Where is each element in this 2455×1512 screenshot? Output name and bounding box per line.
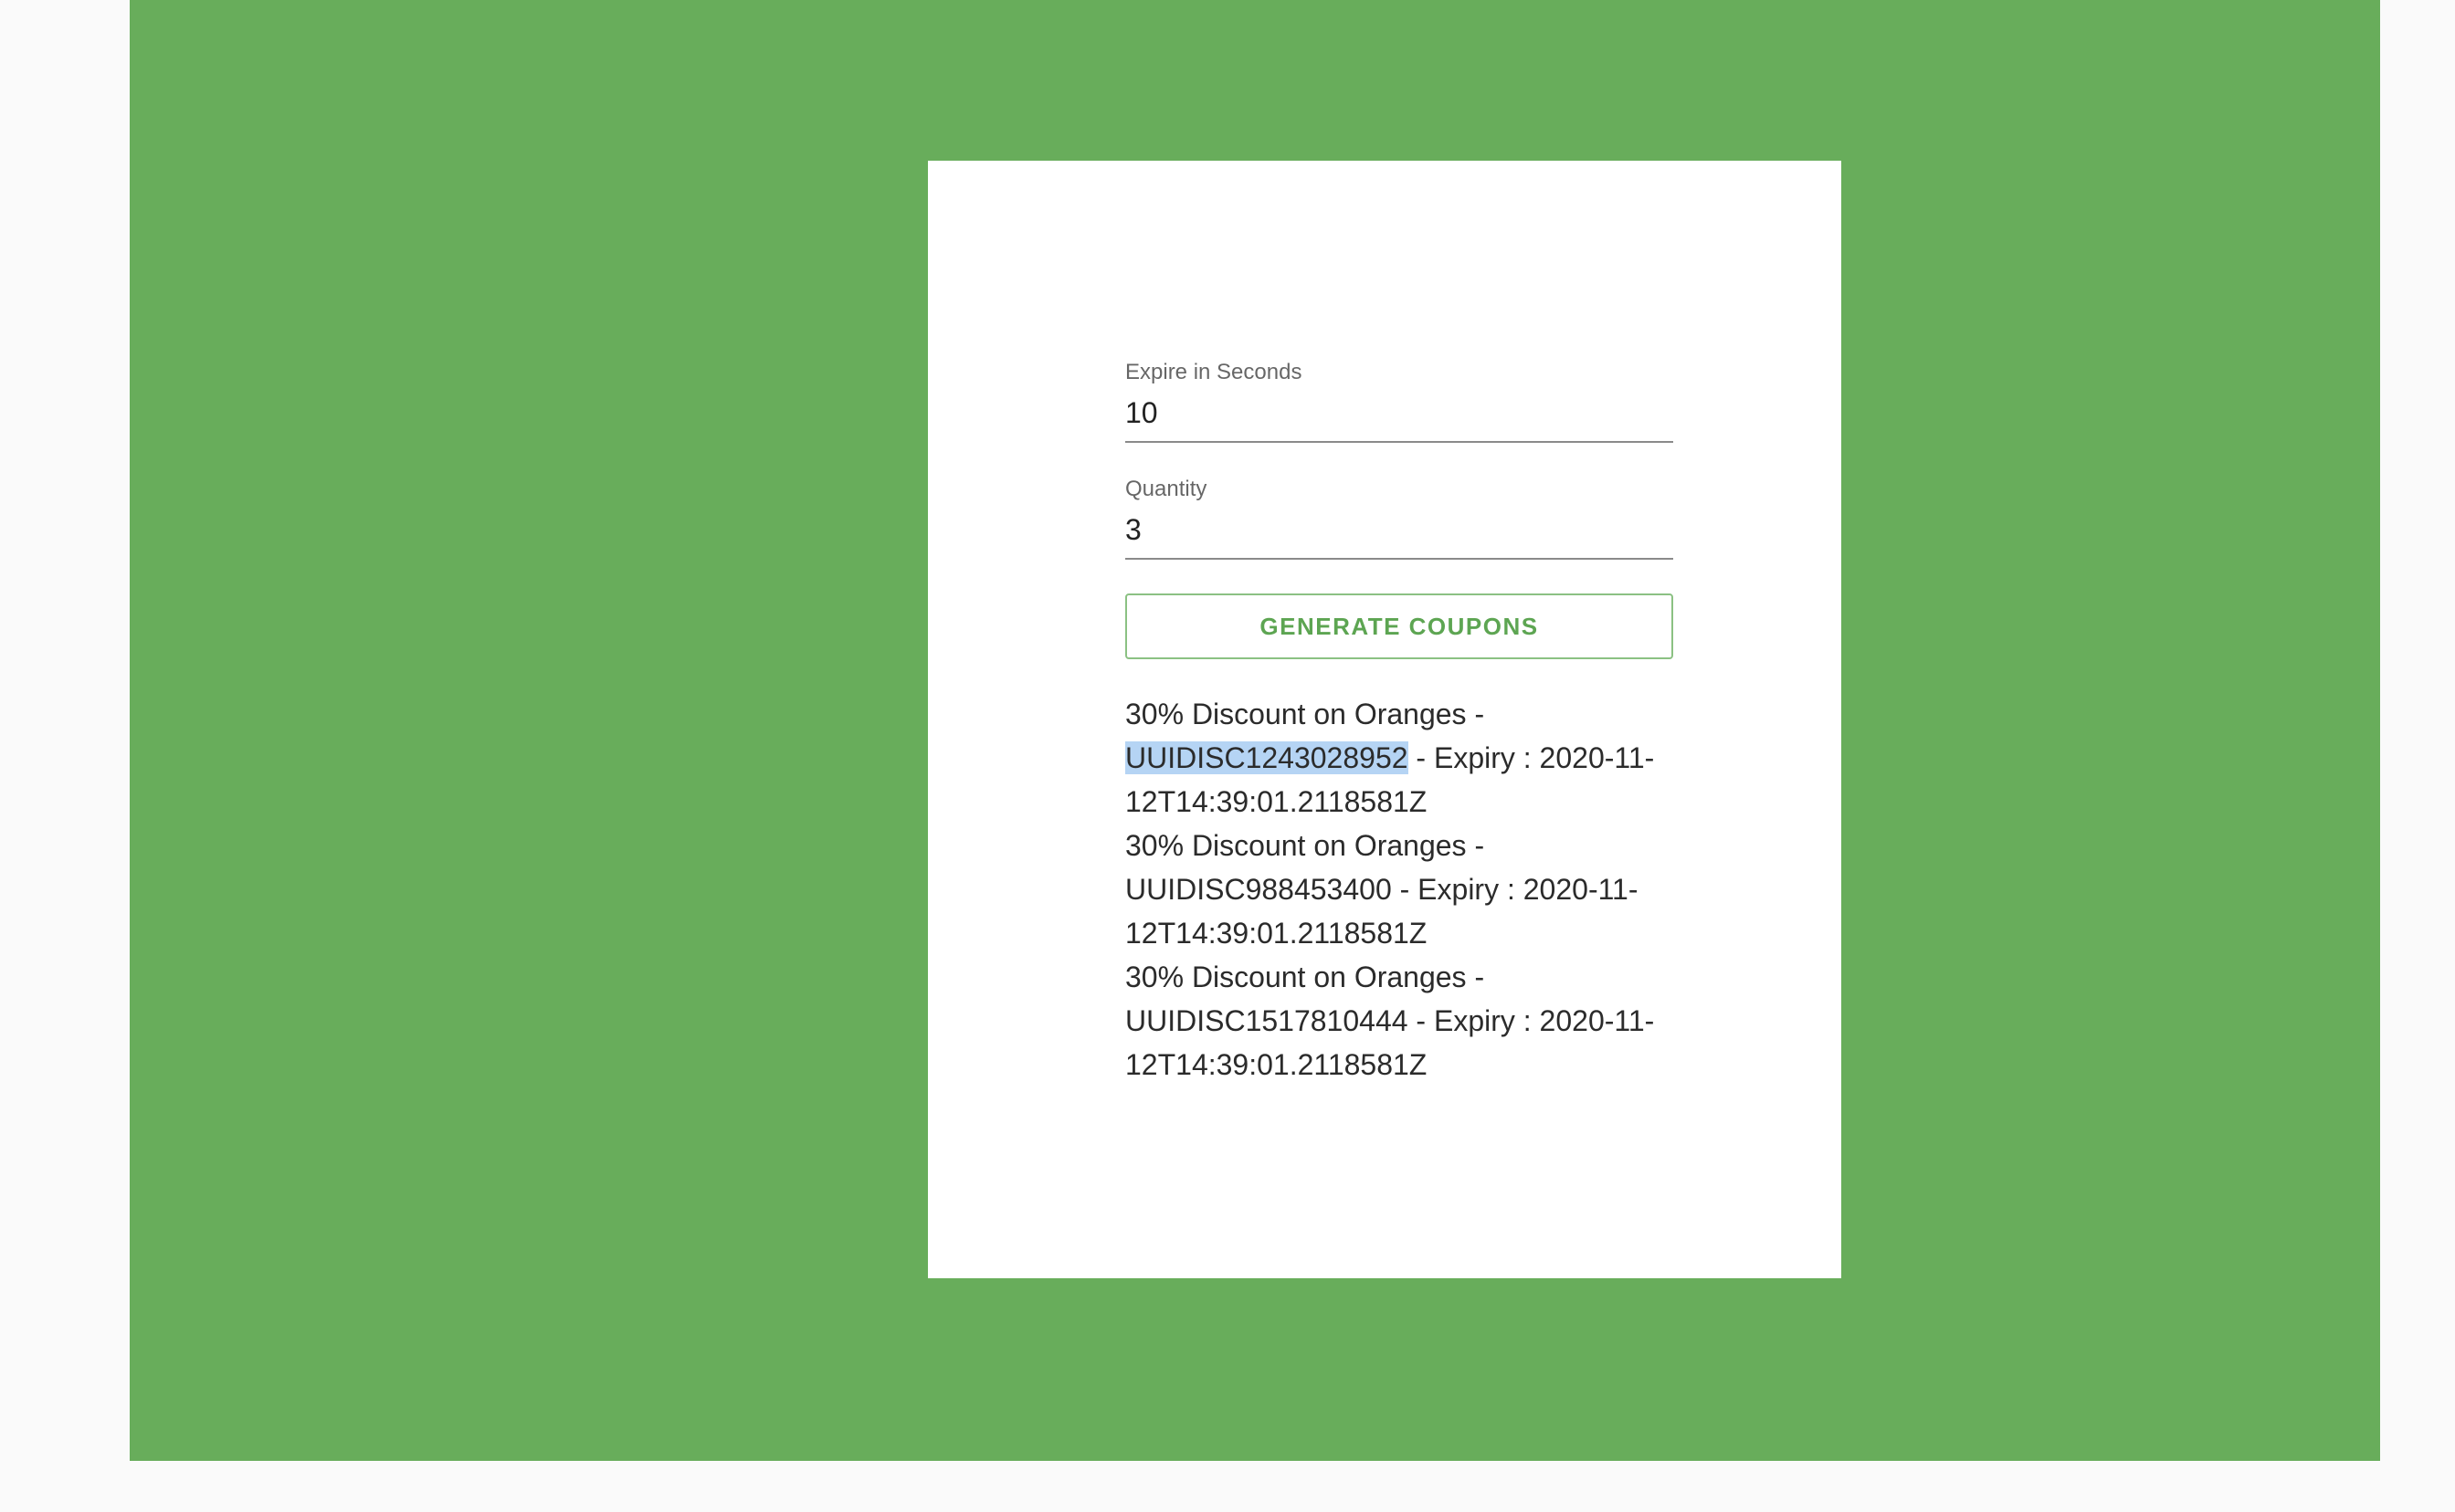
coupon-description: 30% Discount on Oranges - [1125,829,1485,862]
generate-coupons-button[interactable]: GENERATE COUPONS [1125,593,1673,659]
coupon-code[interactable]: UUIDISC1517810444 [1125,1004,1408,1037]
coupon-item: 30% Discount on Oranges - UUIDISC1517810… [1125,955,1673,1087]
page-background: Expire in Seconds Quantity GENERATE COUP… [130,0,2380,1461]
expire-field: Expire in Seconds [1125,358,1673,475]
expire-input[interactable] [1125,389,1673,443]
coupon-item: 30% Discount on Oranges - UUIDISC1243028… [1125,692,1673,824]
coupon-description: 30% Discount on Oranges - [1125,698,1485,730]
quantity-field: Quantity [1125,475,1673,592]
coupon-card: Expire in Seconds Quantity GENERATE COUP… [928,161,1841,1278]
coupon-form: Expire in Seconds Quantity GENERATE COUP… [1125,358,1673,1087]
coupon-description: 30% Discount on Oranges - [1125,961,1485,993]
coupon-code[interactable]: UUIDISC988453400 [1125,873,1392,906]
quantity-label: Quantity [1125,477,1207,501]
quantity-input[interactable] [1125,506,1673,560]
coupon-item: 30% Discount on Oranges - UUIDISC9884534… [1125,824,1673,955]
coupon-code[interactable]: UUIDISC1243028952 [1125,741,1408,774]
coupon-list: 30% Discount on Oranges - UUIDISC1243028… [1125,692,1673,1087]
expire-label: Expire in Seconds [1125,360,1302,384]
